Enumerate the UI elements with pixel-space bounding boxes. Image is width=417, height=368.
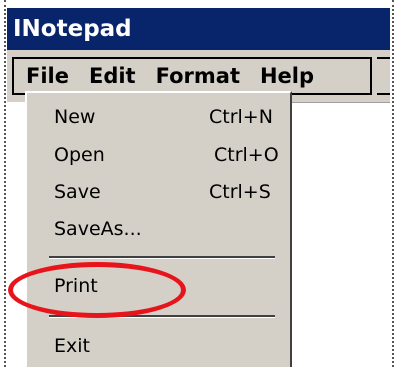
menubar-frame: File Edit Format Help [12,57,372,95]
menu-item-new-shortcut: Ctrl+N [209,106,273,128]
document-text-area[interactable] [292,102,390,368]
menu-edit[interactable]: Edit [80,64,147,88]
window-title: INotepad [13,16,132,42]
menu-item-save[interactable]: Save Ctrl+S [27,175,290,209]
menu-item-save-as[interactable]: SaveAs... [27,212,290,246]
menu-item-exit-label: Exit [54,335,90,357]
menu-item-open[interactable]: Open Ctrl+O [27,138,290,172]
menu-item-exit[interactable]: Exit [27,329,290,363]
menu-item-open-shortcut: Ctrl+O [214,144,279,166]
frame-right-border [392,0,394,367]
menubar-edge [377,57,390,95]
frame-left-border [4,0,6,367]
menu-item-save-shortcut: Ctrl+S [209,181,271,203]
file-menu-dropdown: New Ctrl+N Open Ctrl+O Save Ctrl+S SaveA… [25,91,292,367]
menu-item-new-label: New [54,106,96,128]
menu-item-print[interactable]: Print [27,269,290,303]
menu-separator [49,315,275,318]
menu-item-save-as-label: SaveAs... [54,218,142,240]
menu-item-new[interactable]: New Ctrl+N [27,100,290,134]
menu-item-print-label: Print [54,275,98,297]
menu-file[interactable]: File [14,64,80,88]
menu-format[interactable]: Format [147,64,251,88]
menu-item-save-label: Save [54,181,101,203]
menu-help[interactable]: Help [251,64,325,88]
menu-separator [49,256,275,259]
window-titlebar: INotepad [7,8,390,50]
menu-item-open-label: Open [54,144,105,166]
